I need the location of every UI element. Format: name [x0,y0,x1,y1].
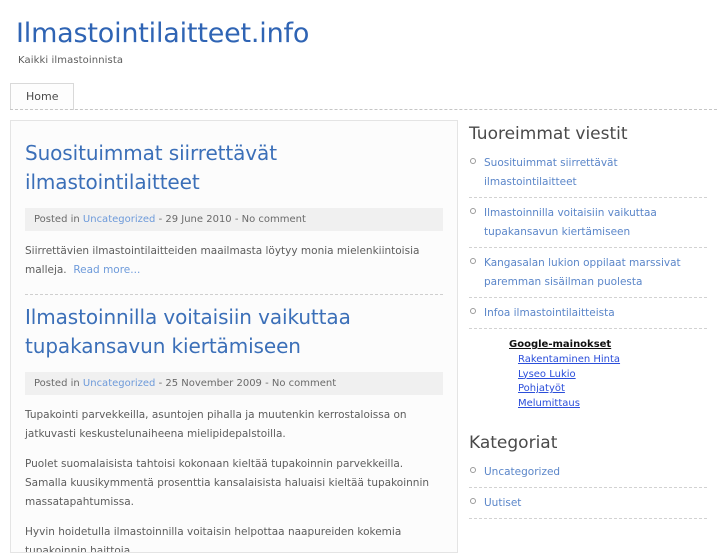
recent-posts-list: Suosituimmat siirrettävät ilmastointilai… [469,154,707,329]
site-title[interactable]: Ilmastointilaitteet.info [16,18,727,50]
post-category-link[interactable]: Uncategorized [83,378,155,389]
ad-link[interactable]: Melumittaus [518,398,580,409]
post-meta: Posted in Uncategorized - 29 June 2010 -… [25,208,443,231]
bullet-icon [470,467,476,473]
widget-title: Kategoriat [469,433,558,453]
post-comment-count: No comment [271,378,337,389]
post-paragraph: Tupakointi parvekkeilla, asuntojen pihal… [25,409,407,440]
recent-post-link[interactable]: Kangasalan lukion oppilaat marssivat par… [484,257,681,288]
post-item: Ilmastoinnilla voitaisiin vaikuttaa tupa… [25,303,443,553]
site-header: Ilmastointilaitteet.info Kaikki ilmastoi… [0,0,727,66]
post-comment-count: No comment [241,214,306,225]
post-title[interactable]: Suosituimmat siirrettävät ilmastointilai… [25,139,443,197]
ad-link[interactable]: Rakentaminen Hinta [518,354,620,365]
primary-navigation: Home [0,83,727,110]
read-more-link[interactable]: Read more... [73,264,140,276]
ad-link[interactable]: Lyseo Lukio [518,369,576,380]
google-ads-title[interactable]: Google-mainokset [509,339,707,350]
main-layout: Suosituimmat siirrettävät ilmastointilai… [0,110,727,553]
post-body: Tupakointi parvekkeilla, asuntojen pihal… [25,406,443,553]
post-body: Siirrettävien ilmastointilaitteiden maai… [25,242,443,280]
post-meta-separator-2: - [234,214,239,225]
sidebar: Tuoreimmat viestit Suosituimmat siirrett… [458,120,707,553]
recent-post-link[interactable]: Suosituimmat siirrettävät ilmastointilai… [484,157,618,188]
bullet-icon [470,158,476,164]
list-item: Melumittaus [518,396,707,411]
post-date: 29 June 2010 [165,214,232,225]
nav-item-home[interactable]: Home [10,83,75,110]
post-paragraph: Hyvin hoidetulla ilmastoinnilla voitaisi… [25,526,402,553]
post-category-link[interactable]: Uncategorized [83,214,155,225]
list-item: Pohjatyöt [518,381,707,396]
post-meta-prefix: Posted in [34,214,80,225]
bullet-icon [470,258,476,264]
post-meta-separator: - [158,214,163,225]
post-item: Suosituimmat siirrettävät ilmastointilai… [25,139,443,295]
post-meta-prefix: Posted in [34,378,80,389]
category-link[interactable]: Uutiset [484,497,521,509]
google-ads-list: Rakentaminen Hinta Lyseo Lukio Pohjatyöt… [509,352,707,410]
post-meta-separator-2: - [265,378,269,389]
list-item: Rakentaminen Hinta [518,352,707,367]
bullet-icon [470,498,476,504]
google-ads-block: Google-mainokset Rakentaminen Hinta Lyse… [509,339,707,410]
site-tagline: Kaikki ilmastoinnista [18,55,124,66]
recent-post-link[interactable]: Ilmastoinnilla voitaisiin vaikuttaa tupa… [484,207,657,238]
post-separator [25,294,443,295]
list-item: Suosituimmat siirrettävät ilmastointilai… [469,154,707,198]
post-title[interactable]: Ilmastoinnilla voitaisiin vaikuttaa tupa… [25,303,443,361]
categories-list: Uncategorized Uutiset [469,463,707,519]
list-item: Uncategorized [469,463,707,488]
post-date: 25 November 2009 [165,378,262,389]
post-paragraph: Puolet suomalaisista tahtoisi kokonaan k… [25,458,430,508]
post-paragraph: Siirrettävien ilmastointilaitteiden maai… [25,242,443,280]
bullet-icon [470,308,476,314]
widget-recent-posts: Tuoreimmat viestit Suosituimmat siirrett… [469,123,707,329]
widget-title: Tuoreimmat viestit [469,124,628,144]
list-item: Kangasalan lukion oppilaat marssivat par… [469,254,707,298]
widget-categories: Kategoriat Uncategorized Uutiset [469,432,707,519]
list-item: Ilmastoinnilla voitaisiin vaikuttaa tupa… [469,204,707,248]
nav-list: Home [10,83,727,110]
nav-divider [10,109,717,110]
content-column: Suosituimmat siirrettävät ilmastointilai… [10,120,458,553]
recent-post-link[interactable]: Infoa ilmastointilaitteista [484,307,615,319]
page-root: Ilmastointilaitteet.info Kaikki ilmastoi… [0,0,727,553]
ad-link[interactable]: Pohjatyöt [518,383,565,394]
bullet-icon [470,208,476,214]
category-link[interactable]: Uncategorized [484,466,560,478]
list-item: Uutiset [469,494,707,519]
post-meta-separator: - [158,378,163,389]
list-item: Infoa ilmastointilaitteista [469,304,707,329]
post-meta: Posted in Uncategorized - 25 November 20… [25,372,443,395]
list-item: Lyseo Lukio [518,367,707,382]
